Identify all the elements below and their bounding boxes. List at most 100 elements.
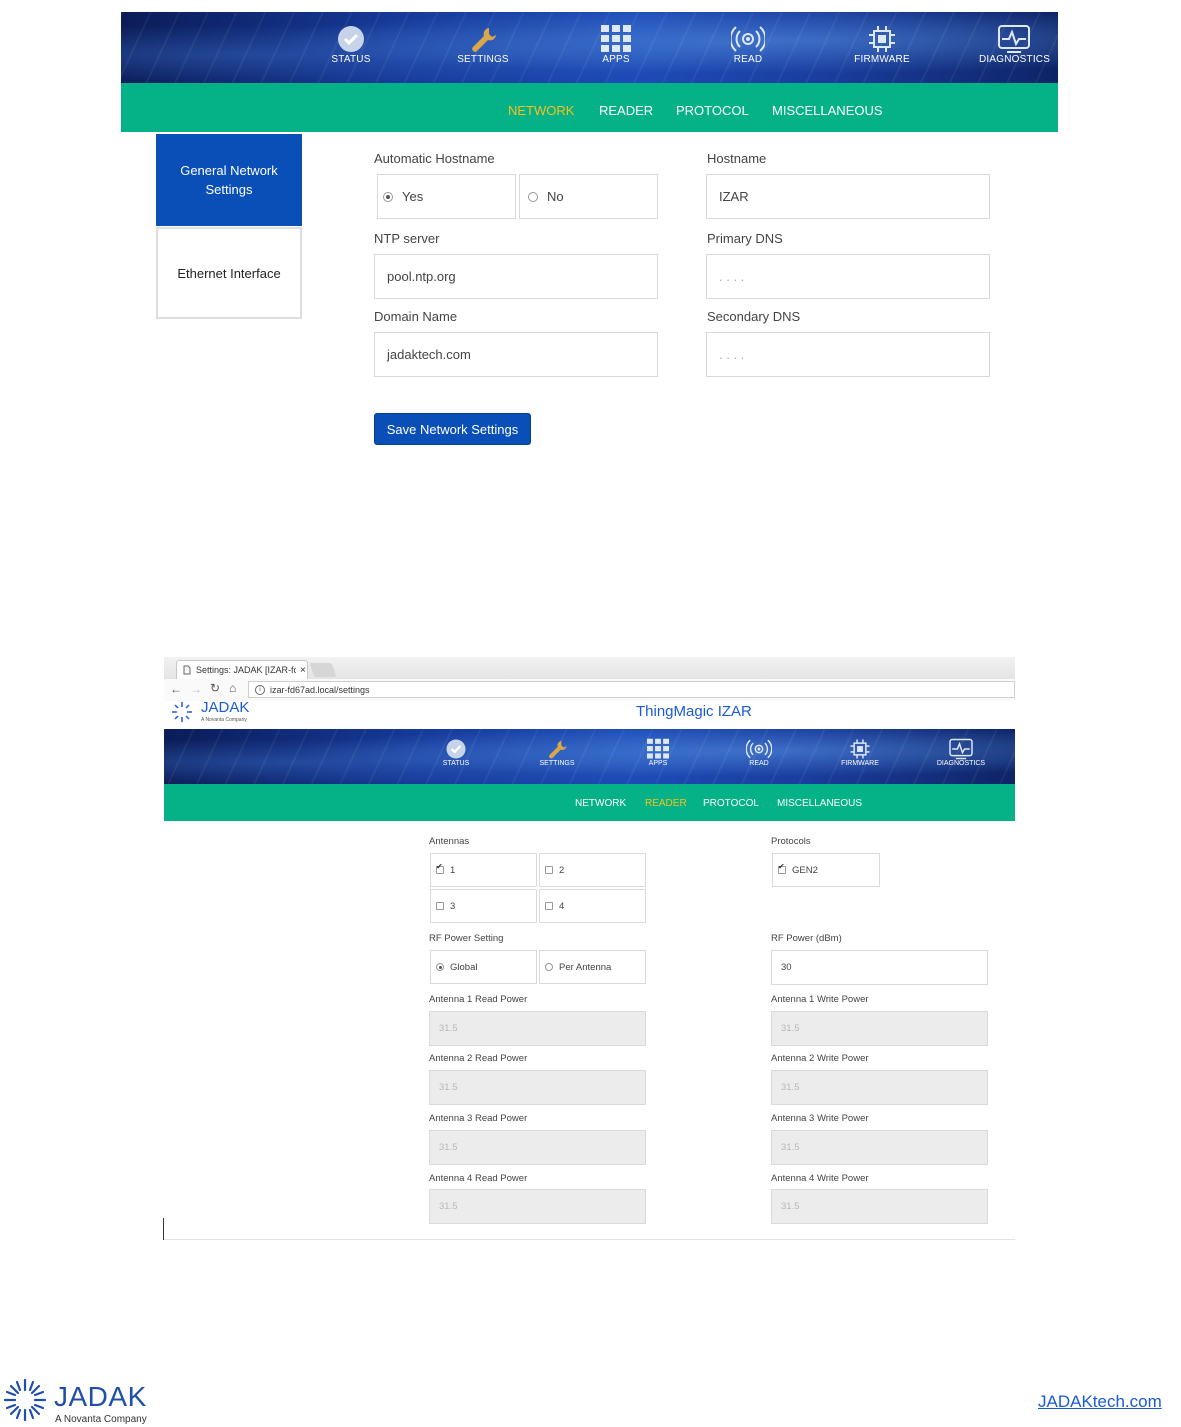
nav-label: APPS [648, 760, 668, 767]
antenna-3-write-power-input[interactable]: 31.5 [771, 1130, 988, 1165]
antenna-4-checkbox[interactable] [545, 902, 553, 910]
nav-label: DIAGNOSTICS [979, 54, 1051, 65]
nav-label: READ [749, 760, 769, 767]
tab-miscellaneous[interactable]: MISCELLANEOUS [777, 798, 862, 809]
jadak-logo-icon [172, 702, 192, 722]
home-icon[interactable]: ⌂ [229, 681, 236, 695]
secondary-dns-label: Secondary DNS [707, 309, 801, 324]
jadak-footer-logo-subtext: A Novanta Company [55, 1414, 147, 1425]
nav-apps[interactable]: APPS [586, 24, 646, 65]
protocol-gen2-option[interactable]: GEN2 [772, 853, 880, 887]
rf-power-input[interactable]: 30 [771, 950, 988, 985]
antenna-3-option[interactable]: 3 [430, 889, 537, 923]
nav-settings[interactable]: SETTINGS [534, 738, 580, 767]
antenna-3-read-power-input[interactable]: 31.5 [429, 1130, 646, 1165]
address-bar[interactable]: i izar-fd67ad.local/settings [248, 681, 1015, 698]
tab-reader[interactable]: READER [599, 103, 653, 118]
radio-yes[interactable] [383, 191, 393, 202]
antenna-2-write-power-input[interactable]: 31.5 [771, 1070, 988, 1105]
ntp-server-input[interactable]: pool.ntp.org [374, 254, 658, 299]
automatic-hostname-yes-option[interactable]: Yes [377, 174, 516, 219]
antenna-1-checkbox[interactable] [436, 862, 444, 874]
rf-power-label: RF Power (dBm) [771, 933, 842, 944]
tab-miscellaneous[interactable]: MISCELLANEOUS [772, 103, 883, 118]
tab-network[interactable]: NETWORK [508, 103, 574, 118]
nav-diagnostics[interactable]: DIAGNOSTICS [934, 738, 988, 767]
browser-tab[interactable]: Settings: JADAK [IZAR-fc × [176, 660, 308, 679]
jadak-logo-text: JADAK [201, 699, 250, 716]
secondary-dns-input[interactable]: . . . . [706, 332, 990, 377]
antenna-2-write-power-label: Antenna 2 Write Power [771, 1053, 869, 1064]
new-tab-button[interactable] [309, 663, 337, 677]
antenna-4-read-power-input[interactable]: 31.5 [429, 1189, 646, 1224]
chip-icon [869, 26, 895, 52]
hostname-input[interactable]: IZAR [706, 174, 990, 219]
main-nav-banner: STATUS SETTINGS APPS READ FIRMWARE DIAGN… [121, 12, 1058, 83]
tab-protocol[interactable]: PROTOCOL [676, 103, 749, 118]
antenna-2-checkbox[interactable] [545, 866, 553, 874]
sidebar-item-ethernet-interface[interactable]: Ethernet Interface [156, 227, 302, 319]
nav-diagnostics[interactable]: DIAGNOSTICS [979, 24, 1051, 65]
tab-protocol[interactable]: PROTOCOL [703, 798, 759, 809]
nav-firmware[interactable]: FIRMWARE [849, 24, 915, 65]
option-label: 1 [450, 864, 456, 876]
antenna-1-read-power-input[interactable]: 31.5 [429, 1011, 646, 1046]
back-icon[interactable]: ← [170, 682, 182, 696]
radio-global[interactable] [436, 963, 444, 971]
nav-status[interactable]: STATUS [321, 24, 381, 65]
sidebar-item-label: General Network Settings [180, 163, 278, 197]
antenna-2-read-power-input[interactable]: 31.5 [429, 1070, 646, 1105]
browser-tabstrip: Settings: JADAK [IZAR-fc × [164, 657, 1015, 679]
antenna-1-option[interactable]: 1 [430, 853, 537, 887]
jadaktech-link[interactable]: JADAKtech.com [1038, 1392, 1162, 1412]
browser-tab-title: Settings: JADAK [IZAR-fc [196, 665, 296, 675]
nav-status[interactable]: STATUS [436, 738, 476, 767]
reader-settings-tabbar: NETWORK READER PROTOCOL MISCELLANEOUS [164, 784, 1015, 821]
antenna-2-option[interactable]: 2 [539, 853, 646, 887]
sidebar-item-label: Ethernet Interface [177, 265, 281, 281]
automatic-hostname-no-option[interactable]: No [519, 174, 658, 219]
tab-network[interactable]: NETWORK [575, 798, 626, 809]
save-network-settings-button[interactable]: Save Network Settings [374, 413, 531, 445]
option-label: Yes [402, 189, 424, 204]
antennas-label: Antennas [429, 836, 470, 847]
pulse-monitor-icon [949, 738, 973, 760]
option-label: Per Antenna [559, 961, 612, 973]
info-icon: i [255, 684, 265, 695]
radio-waves-icon [746, 739, 772, 759]
radio-per-antenna[interactable] [545, 963, 553, 971]
rf-power-global-option[interactable]: Global [430, 950, 537, 984]
forward-icon[interactable]: → [190, 682, 202, 696]
reader-nav-banner: STATUS SETTINGS APPS READ FIRMWARE DIAGN… [164, 729, 1015, 784]
url-text: izar-fd67ad.local/settings [270, 684, 370, 695]
gen2-checkbox[interactable] [778, 862, 786, 874]
sidebar-item-general-network-settings[interactable]: General Network Settings [156, 134, 302, 226]
domain-name-input[interactable]: jadaktech.com [374, 332, 658, 377]
check-circle-icon [446, 739, 466, 759]
nav-read[interactable]: READ [739, 738, 779, 767]
nav-firmware[interactable]: FIRMWARE [837, 738, 883, 767]
radio-no[interactable] [528, 191, 538, 202]
primary-dns-input[interactable]: . . . . [706, 254, 990, 299]
antenna-4-write-power-input[interactable]: 31.5 [771, 1189, 988, 1224]
antenna-3-read-power-label: Antenna 3 Read Power [429, 1113, 528, 1124]
antenna-3-write-power-label: Antenna 3 Write Power [771, 1113, 869, 1124]
automatic-hostname-label: Automatic Hostname [374, 151, 495, 166]
antenna-4-write-power-label: Antenna 4 Write Power [771, 1173, 869, 1184]
reload-icon[interactable]: ↻ [210, 681, 220, 695]
nav-apps[interactable]: APPS [638, 738, 678, 767]
antenna-3-checkbox[interactable] [436, 902, 444, 910]
browser-toolbar: ← → ↻ ⌂ i izar-fd67ad.local/settings [164, 679, 1015, 702]
nav-read[interactable]: READ [718, 24, 778, 65]
antenna-2-read-power-label: Antenna 2 Read Power [429, 1053, 528, 1064]
antenna-4-option[interactable]: 4 [539, 889, 646, 923]
rf-power-per-antenna-option[interactable]: Per Antenna [539, 950, 646, 984]
antenna-1-write-power-input[interactable]: 31.5 [771, 1011, 988, 1046]
ntp-server-label: NTP server [374, 231, 440, 246]
nav-label: DIAGNOSTICS [936, 760, 986, 767]
nav-settings[interactable]: SETTINGS [449, 24, 517, 65]
chip-icon [850, 739, 870, 759]
screenshot-frame-left [163, 1218, 164, 1240]
close-icon[interactable]: × [300, 665, 306, 676]
tab-reader[interactable]: READER [645, 798, 687, 809]
